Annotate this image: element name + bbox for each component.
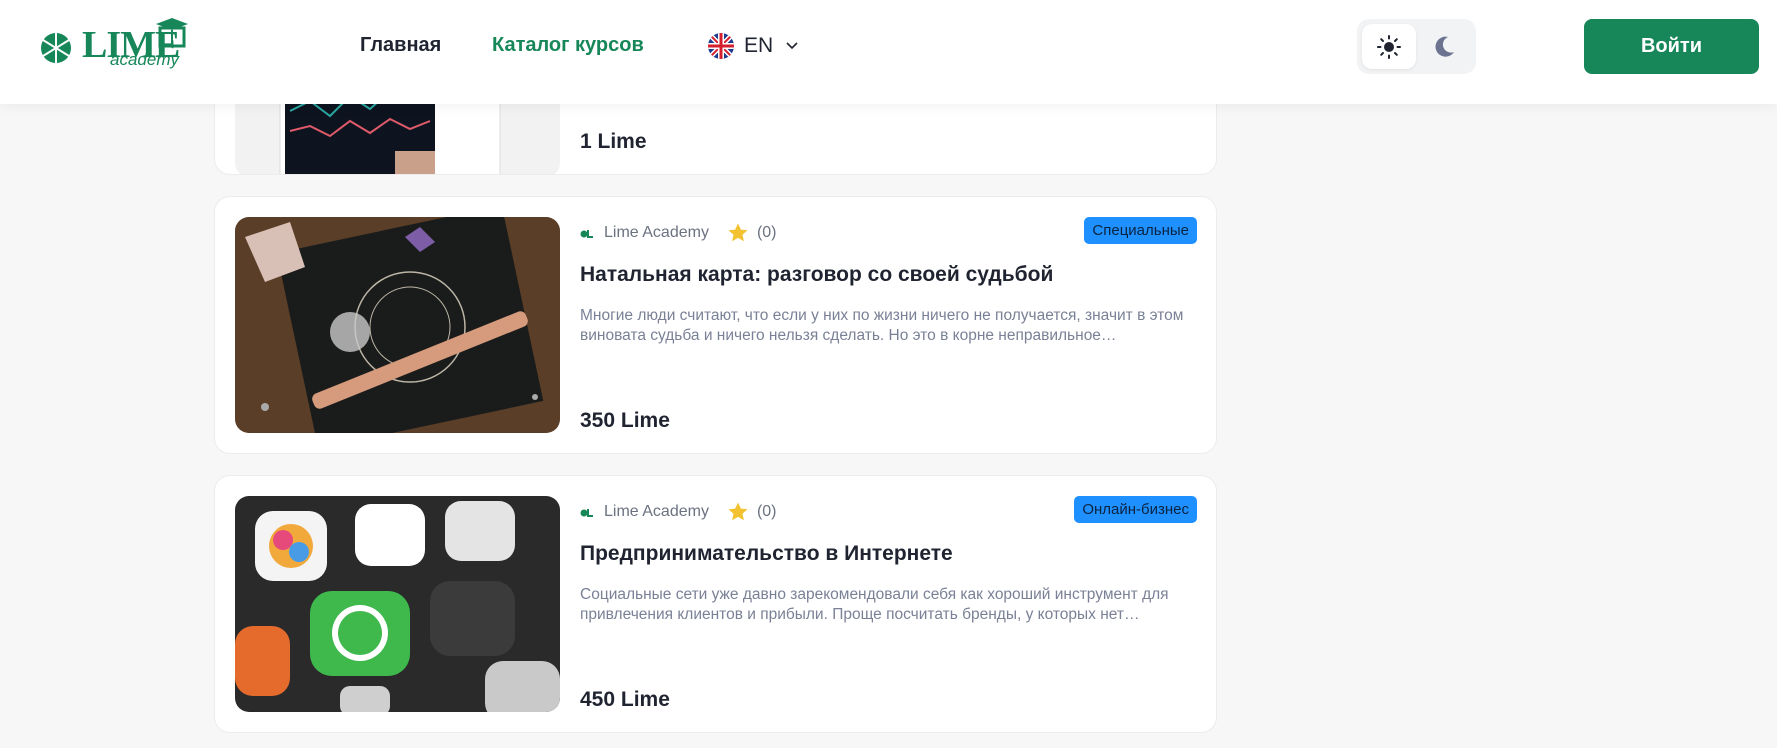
course-price: 350 Lime: [580, 409, 670, 432]
course-rating: (0): [756, 503, 777, 520]
site-header: LIME academy Главная Каталог курсов EN В…: [0, 0, 1777, 104]
course-author[interactable]: Lime Academy: [604, 224, 709, 242]
nav-catalog-link[interactable]: Каталог курсов: [492, 34, 644, 57]
course-card[interactable]: Lime Academy (0) Специальные Натальная к…: [214, 196, 1217, 454]
course-card[interactable]: Lime Academy (0) Онлайн-бизнес Предприни…: [214, 475, 1217, 733]
sun-icon: [1377, 34, 1401, 59]
course-meta: Lime Academy (0): [580, 222, 777, 244]
theme-toggle[interactable]: [1357, 19, 1476, 74]
login-button[interactable]: Войти: [1584, 19, 1759, 74]
star-icon: [728, 223, 748, 242]
category-badge[interactable]: Специальные: [1084, 217, 1197, 244]
course-description: Многие люди считают, что если у них по ж…: [580, 307, 1184, 344]
lime-mini-logo-icon: [580, 230, 593, 238]
natal-chart-thumbnail-icon: [235, 217, 560, 433]
light-theme-button[interactable]: [1362, 24, 1416, 69]
course-title[interactable]: Натальная карта: разговор со своей судьб…: [580, 263, 1053, 287]
language-code: EN: [744, 34, 774, 57]
dark-theme-button[interactable]: [1417, 24, 1471, 69]
course-meta: Lime Academy (0): [580, 501, 777, 523]
course-image[interactable]: [235, 217, 560, 433]
logo-subtitle: academy: [110, 50, 179, 69]
course-author[interactable]: Lime Academy: [604, 503, 709, 521]
category-badge[interactable]: Онлайн-бизнес: [1074, 496, 1197, 523]
chevron-down-icon: [786, 42, 798, 50]
moon-icon: [1435, 36, 1454, 57]
lime-academy-logo[interactable]: LIME academy: [38, 18, 188, 76]
uk-flag-icon: [708, 33, 734, 59]
language-selector[interactable]: EN: [708, 31, 799, 61]
smartphone-apps-thumbnail-icon: [235, 496, 560, 712]
star-icon: [728, 502, 748, 521]
course-price: 450 Lime: [580, 688, 670, 711]
course-description: Социальные сети уже давно зарекомендовал…: [580, 586, 1169, 623]
course-title[interactable]: Предпринимательство в Интернете: [580, 542, 953, 566]
course-image[interactable]: [235, 496, 560, 712]
nav-home-link[interactable]: Главная: [360, 34, 441, 57]
course-rating: (0): [756, 224, 777, 241]
lime-mini-logo-icon: [580, 509, 593, 517]
course-price: 1 Lime: [580, 130, 647, 153]
